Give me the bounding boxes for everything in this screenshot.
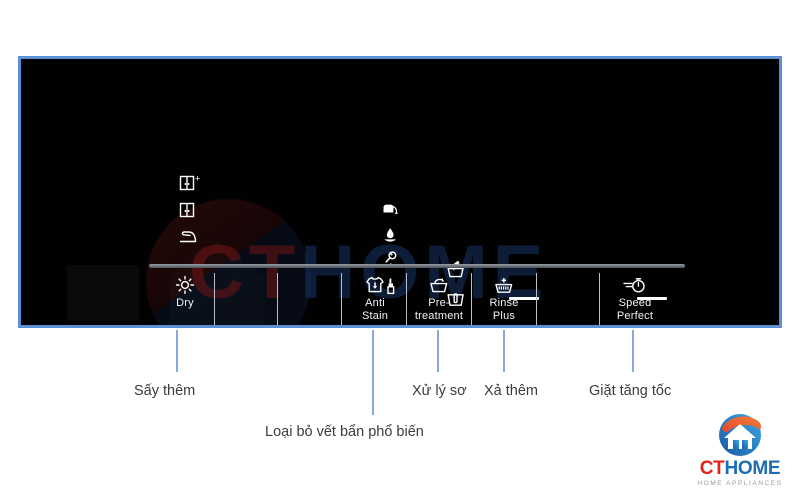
leader-line-loai-bo [372, 330, 374, 415]
tshirt-arrow-icon [344, 275, 406, 295]
svg-text:+: + [195, 174, 200, 184]
annotation-giat-tang-toc: Giặt tăng tốc [589, 383, 672, 399]
panel-surface: CTHOME HOME APPLIANCES + [21, 59, 779, 325]
cthome-logo-tagline: HOME APPLIANCES [697, 480, 783, 487]
drop-dish-icon [382, 227, 402, 243]
basin-plus-icon [473, 275, 535, 295]
leader-line-xu-ly-so [437, 330, 439, 372]
panel-button-rinse-plus-label: Rinse Plus [489, 297, 519, 322]
panel-button-rinse-plus[interactable]: Rinse Plus [473, 275, 535, 322]
dry-cell-backlight [67, 265, 139, 321]
cabinet-plus-icon: + [179, 174, 201, 192]
leader-line-xa-them [503, 330, 505, 372]
divider-7 [599, 273, 600, 325]
indicator-column-dry: + [179, 174, 201, 244]
panel-button-speed-perfect[interactable]: Speed Perfect [601, 275, 669, 322]
cthome-logo-mark-icon [717, 412, 763, 458]
cthome-logo-word-home: HOME [724, 458, 781, 479]
divider-3 [341, 273, 342, 325]
annotation-xu-ly-so: Xử lý sơ [412, 383, 467, 399]
divider-2 [277, 273, 278, 325]
panel-button-dry-label: Dry [176, 297, 194, 309]
divider-4 [406, 273, 407, 325]
cthome-logo-word-ct: CT [699, 458, 725, 479]
panel-slider-rail[interactable] [149, 264, 685, 268]
leader-line-say-them [176, 330, 178, 372]
divider-6 [536, 273, 537, 325]
iron-icon [179, 228, 201, 244]
basin-arrow-icon [408, 275, 470, 295]
panel-button-anti-stain[interactable]: Anti Stain [344, 275, 406, 322]
blood-stain-icon [382, 203, 402, 219]
leader-line-giat-tang-toc [632, 330, 634, 372]
cthome-logo-wordmark: CTHOME [688, 459, 792, 478]
sun-icon [153, 275, 217, 295]
cthome-logo: CTHOME HOME APPLIANCES [688, 412, 792, 492]
cabinet-icon [179, 201, 201, 219]
panel-button-speed-perfect-label: Speed Perfect [616, 297, 654, 322]
stopwatch-speed-icon [601, 275, 669, 295]
annotation-say-them: Sấy thêm [134, 383, 196, 399]
panel-button-pretreatment[interactable]: Pre- treatment [408, 275, 470, 322]
panel-button-dry[interactable]: Dry [153, 275, 217, 310]
annotation-loai-bo: Loại bỏ vết bẩn phổ biến [265, 424, 424, 440]
washing-machine-control-panel: CTHOME HOME APPLIANCES + [18, 56, 782, 328]
panel-button-pretreatment-label: Pre- treatment [414, 297, 464, 322]
divider-5 [471, 273, 472, 325]
panel-button-anti-stain-label: Anti Stain [361, 297, 389, 322]
annotation-xa-them: Xả thêm [484, 383, 538, 399]
